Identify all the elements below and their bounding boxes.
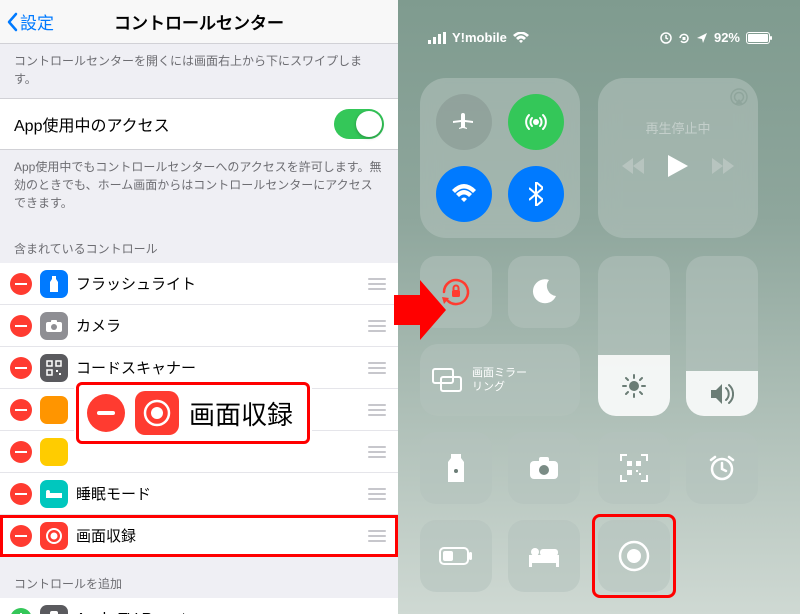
brightness-slider[interactable] [598,256,670,416]
reorder-grip[interactable] [366,320,388,332]
hint-access: App使用中でもコントロールセンターへのアクセスを許可します。無効のときでも、ホ… [0,150,398,222]
wifi-icon [451,184,477,204]
next-track-icon[interactable] [712,158,734,174]
row-label: 画面収録 [76,525,366,546]
access-label: App使用中のアクセス [14,112,170,136]
location-indicator-icon [696,32,708,44]
remove-button[interactable] [10,399,32,421]
carrier-name: Y!mobile [452,30,507,45]
prev-track-icon[interactable] [622,158,644,174]
remove-button[interactable] [10,441,32,463]
flashlight-button[interactable] [420,432,492,504]
bluetooth-button[interactable] [508,166,564,222]
remove-button[interactable] [10,357,32,379]
moon-icon [530,278,558,306]
arrow-icon [394,280,446,340]
media-title: 再生停止中 [598,118,758,137]
nav-bar: 設定 コントロールセンター [0,0,398,44]
wifi-button[interactable] [436,166,492,222]
row-appletv[interactable]: Apple TV Remote [0,598,398,614]
camera-button[interactable] [508,432,580,504]
add-header: コントロールを追加 [0,557,398,598]
alarm-button[interactable] [686,432,758,504]
reorder-grip[interactable] [366,404,388,416]
row-camera[interactable]: カメラ [0,305,398,347]
lock-rotation-indicator-icon [678,32,690,44]
cellular-icon [428,32,446,44]
remove-button[interactable] [10,315,32,337]
control-center-pane: Y!mobile 92% 再生 [398,0,800,614]
airplane-icon [452,110,476,134]
reorder-grip[interactable] [366,362,388,374]
access-switch[interactable] [334,109,384,139]
screen-mirroring-label: 画面ミラー リング [472,366,527,395]
dnd-button[interactable] [508,256,580,328]
add-button[interactable] [10,608,32,614]
remote-icon [40,605,68,614]
alarm-indicator-icon [660,32,672,44]
qr-scanner-button[interactable] [598,432,670,504]
sun-icon [622,374,646,398]
bluetooth-icon [529,182,543,206]
row-screen-record[interactable]: 画面収録 [0,515,398,557]
flashlight-icon [40,270,68,298]
remove-button[interactable] [10,483,32,505]
play-icon[interactable] [668,155,688,177]
cellular-button[interactable] [508,94,564,150]
settings-pane: 設定 コントロールセンター コントロールセンターを開くには画面右上から下にスワイ… [0,0,398,614]
airplane-button[interactable] [436,94,492,150]
sleep-mode-button[interactable] [508,520,580,592]
screen-mirror-icon [432,368,462,392]
flashlight-icon [447,453,465,483]
screen-record-highlight [592,514,676,598]
hint-top: コントロールセンターを開くには画面右上から下にスワイプします。 [0,44,398,98]
battery-icon [746,32,770,44]
status-bar: Y!mobile 92% [398,30,800,45]
remove-button[interactable] [10,273,32,295]
reorder-grip[interactable] [366,446,388,458]
qrcode-icon [40,354,68,382]
row-label: 睡眠モード [76,483,366,504]
low-power-button[interactable] [420,520,492,592]
row-sleep[interactable]: 睡眠モード [0,473,398,515]
included-header: 含まれているコントロール [0,222,398,263]
row-label: コードスキャナー [76,357,366,378]
minus-icon [87,394,125,432]
reorder-grip[interactable] [366,278,388,290]
battery-percent: 92% [714,30,740,45]
camera-icon [529,456,559,480]
remove-button[interactable] [10,525,32,547]
row-label: フラッシュライト [76,273,366,294]
access-cell: App使用中のアクセス [0,98,398,150]
qrcode-icon [620,454,648,482]
speaker-icon [710,383,734,405]
unknown-icon [40,438,68,466]
screen-record-callout: 画面収録 [76,382,310,444]
bed-icon [528,545,560,567]
wifi-icon [513,32,529,44]
connectivity-panel[interactable] [420,78,580,238]
antenna-icon [523,109,549,135]
camera-icon [40,312,68,340]
callout-label: 画面収録 [189,395,293,432]
record-icon [135,391,179,435]
alarm-icon [708,454,736,482]
unknown-icon [40,396,68,424]
row-label: カメラ [76,315,366,336]
media-panel[interactable]: 再生停止中 [598,78,758,238]
reorder-grip[interactable] [366,530,388,542]
chevron-left-icon [6,12,18,32]
page-title: コントロールセンター [114,9,284,34]
bed-icon [40,480,68,508]
reorder-grip[interactable] [366,488,388,500]
volume-slider[interactable] [686,256,758,416]
screen-mirroring-button[interactable]: 画面ミラー リング [420,344,580,416]
back-button[interactable]: 設定 [6,9,54,34]
back-label: 設定 [20,9,54,34]
row-label: Apple TV Remote [76,610,388,614]
battery-icon [439,547,473,565]
airplay-icon[interactable] [728,86,750,108]
row-flashlight[interactable]: フラッシュライト [0,263,398,305]
record-icon [40,522,68,550]
